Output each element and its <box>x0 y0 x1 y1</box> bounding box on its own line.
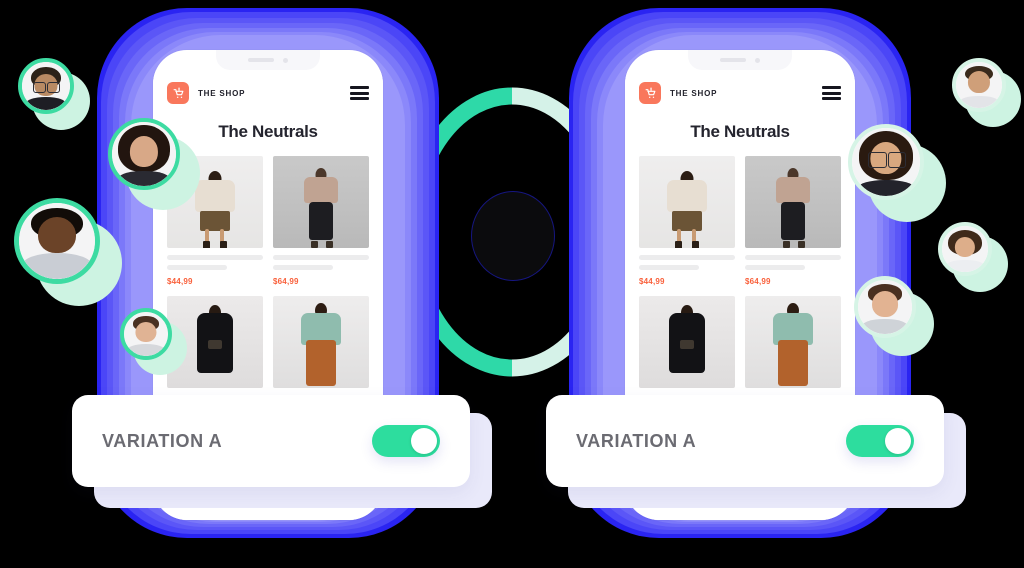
variation-label: VARIATION A <box>102 430 223 451</box>
product-meta-placeholder <box>745 265 805 270</box>
avatar-photo <box>112 122 176 186</box>
avatar-photo <box>22 62 70 110</box>
product-price: $44,99 <box>639 277 665 286</box>
product-card[interactable]: $44,99 <box>639 156 735 286</box>
product-card[interactable]: $64,99 <box>273 156 369 286</box>
product-meta-placeholder <box>273 265 333 270</box>
collection-title: The Neutrals <box>690 122 790 141</box>
product-card[interactable]: $64,99 <box>745 156 841 286</box>
product-name-placeholder <box>167 255 263 260</box>
shopping-cart-icon[interactable] <box>639 82 661 104</box>
product-image-hoodie-skirt <box>639 156 735 248</box>
front-camera-dot <box>755 57 760 63</box>
avatar-photo <box>858 280 912 334</box>
shop-brand-name: THE SHOP <box>198 88 246 98</box>
speaker-grille <box>720 58 746 62</box>
avatar-right-3[interactable] <box>938 222 1010 294</box>
product-price: $64,99 <box>273 277 299 286</box>
product-price: $44,99 <box>167 277 193 286</box>
variation-label: VARIATION A <box>576 430 697 451</box>
variation-card-panel: VARIATION A <box>72 395 470 487</box>
speaker-grille <box>248 58 274 62</box>
product-price: $64,99 <box>745 277 771 286</box>
product-meta-placeholder <box>167 265 227 270</box>
product-image-tee-trousers <box>273 156 369 248</box>
product-image-black-dress <box>639 296 735 388</box>
avatar-photo <box>956 62 1002 108</box>
product-card[interactable] <box>273 296 369 388</box>
avatar-photo <box>942 226 988 272</box>
avatar-left-1[interactable] <box>18 58 94 134</box>
variation-card-panel: VARIATION A <box>546 395 944 487</box>
avatar-left-3[interactable] <box>14 198 126 310</box>
variation-toggle-switch[interactable] <box>846 425 914 457</box>
avatar-right-1[interactable] <box>952 58 1022 128</box>
shop-brand-name: THE SHOP <box>670 88 718 98</box>
avatar-photo <box>852 128 920 196</box>
product-card[interactable] <box>639 296 735 388</box>
shop-header: THE SHOP <box>639 82 841 104</box>
shop-header: THE SHOP <box>167 82 369 104</box>
product-name-placeholder <box>745 255 841 260</box>
toggle-knob <box>411 428 437 454</box>
product-image-green-top-skirt <box>745 296 841 388</box>
toggle-knob <box>885 428 911 454</box>
product-name-placeholder <box>273 255 369 260</box>
product-image-tee-trousers <box>745 156 841 248</box>
variation-card-left: VARIATION A <box>72 395 492 515</box>
avatar-photo <box>124 312 168 356</box>
avatar-right-4[interactable] <box>854 276 938 360</box>
product-meta-placeholder <box>639 265 699 270</box>
product-image-green-top-skirt <box>273 296 369 388</box>
avatar-right-2[interactable] <box>848 124 948 224</box>
front-camera-dot <box>283 57 288 63</box>
scene-stage: THE SHOP The Neutrals $44,99 $64,99 THE … <box>0 0 1024 568</box>
phone-notch <box>216 50 320 70</box>
hamburger-menu-icon[interactable] <box>822 86 841 100</box>
avatar-photo <box>19 203 95 279</box>
variation-toggle-switch[interactable] <box>372 425 440 457</box>
product-card[interactable] <box>745 296 841 388</box>
phone-notch <box>688 50 792 70</box>
shopping-cart-icon[interactable] <box>167 82 189 104</box>
avatar-left-4[interactable] <box>120 308 190 378</box>
product-grid: $44,99 $64,99 <box>639 156 841 388</box>
hamburger-menu-icon[interactable] <box>350 86 369 100</box>
variation-card-right: VARIATION A <box>546 395 966 515</box>
product-name-placeholder <box>639 255 735 260</box>
